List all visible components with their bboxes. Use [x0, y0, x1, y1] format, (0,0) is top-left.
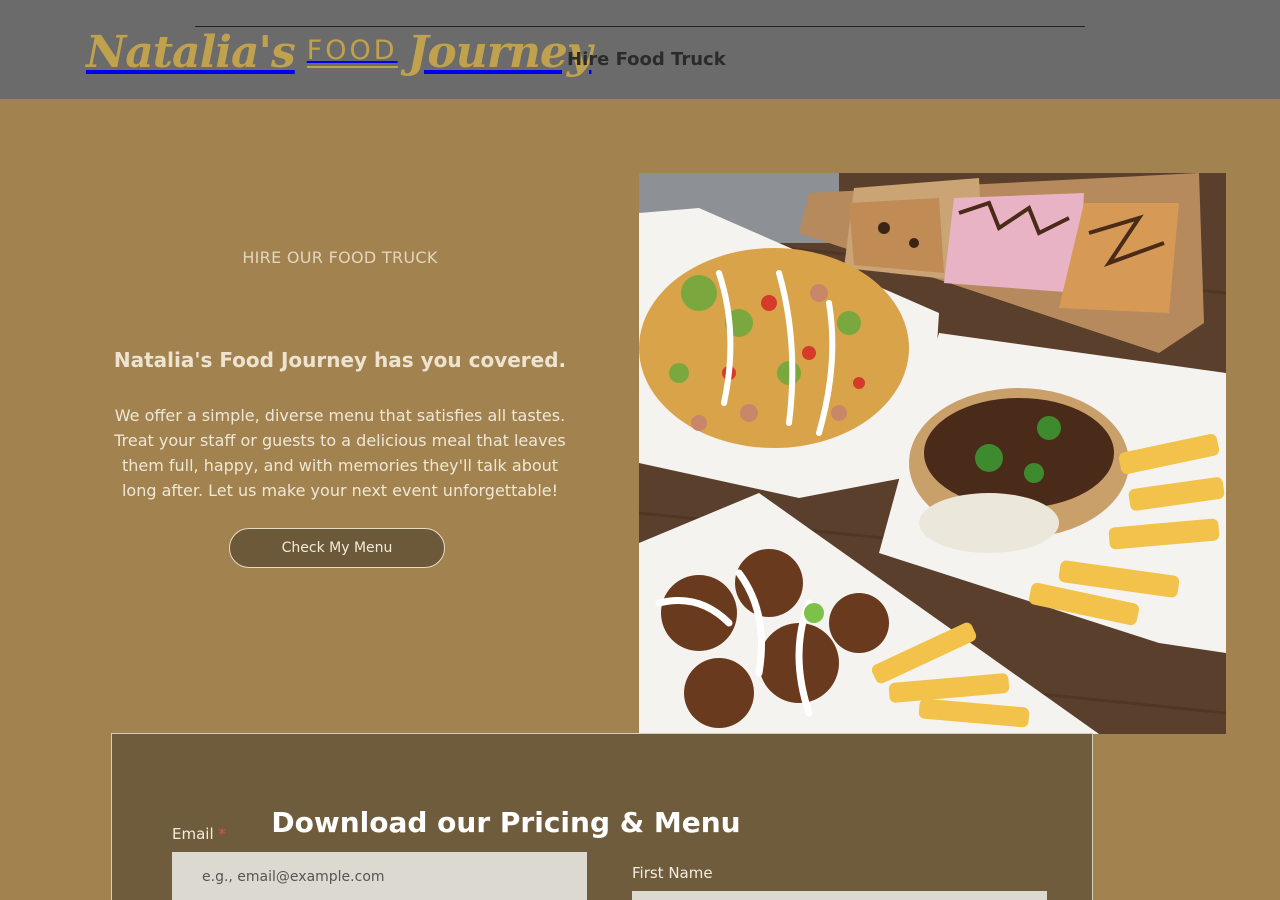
first-name-field[interactable] [632, 891, 1047, 900]
email-placeholder: e.g., email@example.com [202, 869, 385, 885]
food-photo [639, 173, 1226, 734]
nav-link-hire-food-truck[interactable]: Hire Food Truck [567, 49, 726, 70]
email-field[interactable]: e.g., email@example.com [172, 852, 587, 900]
logo-middle-word: FOOD [306, 34, 398, 68]
email-label: Email * [172, 825, 226, 843]
logo-last-word: Journey [407, 26, 593, 78]
required-asterisk: * [218, 825, 226, 843]
check-my-menu-button[interactable]: Check My Menu [229, 528, 445, 568]
site-header: Natalia's FOOD Journey Hire Food Truck [0, 0, 1280, 99]
hero-title: Natalia's Food Journey has you covered. [113, 348, 567, 372]
section-eyebrow: HIRE OUR FOOD TRUCK [242, 248, 438, 267]
food-photo-illustration [639, 173, 1226, 734]
form-title: Download our Pricing & Menu [271, 806, 741, 839]
site-logo[interactable]: Natalia's FOOD Journey [86, 14, 593, 90]
logo-first-word: Natalia's [86, 26, 296, 78]
first-name-label: First Name [632, 864, 713, 882]
email-label-text: Email [172, 825, 214, 843]
hero-description: We offer a simple, diverse menu that sat… [114, 406, 566, 500]
